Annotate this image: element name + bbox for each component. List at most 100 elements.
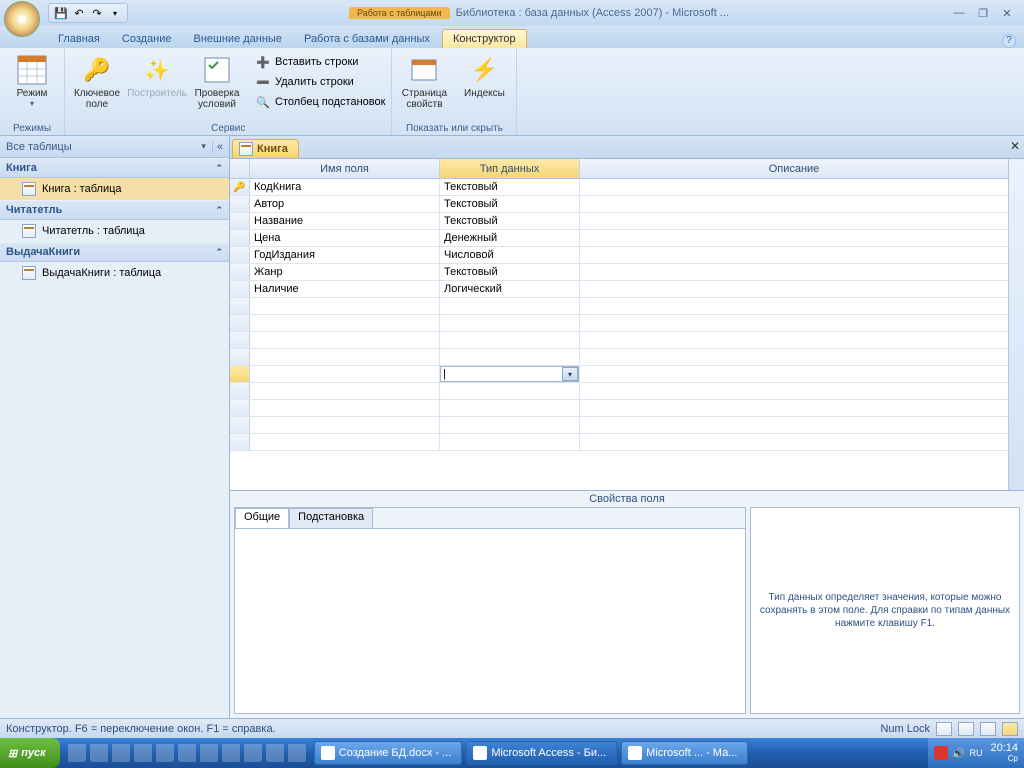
nav-item-lending-table[interactable]: ВыдачаКниги : таблица	[0, 262, 229, 284]
restore-button[interactable]: ❐	[974, 7, 992, 20]
ql-icon[interactable]	[112, 744, 130, 762]
indexes-button[interactable]: ⚡ Индексы	[456, 52, 512, 101]
ql-icon[interactable]	[266, 744, 284, 762]
view-chart-button[interactable]	[980, 722, 996, 736]
ql-icon[interactable]	[134, 744, 152, 762]
start-button[interactable]: ⊞пуск	[0, 738, 60, 768]
quick-access-toolbar: 💾 ↶ ↷ ▾	[48, 3, 128, 23]
close-tab-button[interactable]: ✕	[1010, 139, 1020, 153]
access-icon	[473, 746, 487, 760]
save-icon[interactable]: 💾	[53, 5, 69, 21]
status-text: Конструктор. F6 = переключение окон. F1 …	[6, 723, 276, 735]
tab-design[interactable]: Конструктор	[442, 29, 527, 48]
tab-book-design[interactable]: Книга	[232, 139, 299, 158]
new-row[interactable]: |▾	[230, 366, 1008, 383]
ribbon-tabs: Главная Создание Внешние данные Работа с…	[0, 26, 1024, 48]
nav-pane-header[interactable]: Все таблицы ▾ «	[0, 136, 229, 158]
undo-icon[interactable]: ↶	[71, 5, 87, 21]
view-design-button[interactable]	[1002, 722, 1018, 736]
table-row[interactable]: АвторТекстовый	[230, 196, 1008, 213]
ribbon-group-show: Страница свойств ⚡ Индексы Показать или …	[392, 48, 517, 135]
nav-item-reader-table[interactable]: Читатетль : таблица	[0, 220, 229, 242]
dropdown-icon[interactable]: ▾	[562, 367, 578, 381]
test-rules-button[interactable]: Проверка условий	[189, 52, 245, 112]
ribbon: Режим ▾ Режимы 🔑 Ключевое поле ✨ Построи…	[0, 48, 1024, 136]
lookup-column-button[interactable]: 🔍Столбец подстановок	[253, 92, 387, 112]
chevron-up-icon: ⌃	[215, 163, 223, 174]
tray-icon[interactable]: 🔊	[952, 747, 966, 760]
table-row[interactable]	[230, 383, 1008, 400]
table-row[interactable]: НазваниеТекстовый	[230, 213, 1008, 230]
tab-general[interactable]: Общие	[235, 508, 289, 528]
view-pivot-button[interactable]	[958, 722, 974, 736]
tray-lang-icon[interactable]: RU	[969, 748, 982, 758]
insert-rows-button[interactable]: ➕Вставить строки	[253, 52, 387, 72]
delete-rows-button[interactable]: ➖Удалить строки	[253, 72, 387, 92]
taskbar-access-2[interactable]: Microsoft ... - Ма...	[621, 741, 748, 765]
view-datasheet-button[interactable]	[936, 722, 952, 736]
taskbar-clock[interactable]: 20:14Ср	[986, 743, 1018, 764]
col-header-type[interactable]: Тип данных	[440, 159, 580, 178]
ql-icon[interactable]	[244, 744, 262, 762]
ql-icon[interactable]	[90, 744, 108, 762]
document-area: Книга ✕ Имя поля Тип данных Описание 🔑Ко…	[230, 136, 1024, 718]
system-tray: 🔊 RU 20:14Ср	[928, 738, 1024, 768]
table-row[interactable]	[230, 315, 1008, 332]
datasheet-icon	[16, 54, 48, 86]
tab-create[interactable]: Создание	[112, 30, 182, 48]
vertical-scrollbar[interactable]	[1008, 159, 1024, 490]
nav-group-reader[interactable]: Читатетль⌃	[0, 200, 229, 220]
help-icon[interactable]: ?	[1002, 34, 1016, 48]
ql-icon[interactable]	[288, 744, 306, 762]
table-row[interactable]	[230, 400, 1008, 417]
close-button[interactable]: ✕	[998, 7, 1016, 20]
table-row[interactable]: ЖанрТекстовый	[230, 264, 1008, 281]
table-row[interactable]	[230, 417, 1008, 434]
tab-dbtools[interactable]: Работа с базами данных	[294, 30, 440, 48]
view-button[interactable]: Режим ▾	[4, 52, 60, 110]
table-row[interactable]: ГодИзданияЧисловой	[230, 247, 1008, 264]
table-row[interactable]	[230, 332, 1008, 349]
tray-icon[interactable]	[934, 746, 948, 760]
tab-lookup[interactable]: Подстановка	[289, 508, 373, 528]
redo-icon[interactable]: ↷	[89, 5, 105, 21]
windows-logo-icon: ⊞	[8, 747, 17, 760]
taskbar-word[interactable]: Создание БД.docx - ...	[314, 741, 463, 765]
tab-external[interactable]: Внешние данные	[184, 30, 292, 48]
status-bar: Конструктор. F6 = переключение окон. F1 …	[0, 718, 1024, 738]
ql-icon[interactable]	[68, 744, 86, 762]
col-header-desc[interactable]: Описание	[580, 159, 1008, 178]
tab-home[interactable]: Главная	[48, 30, 110, 48]
ribbon-group-modes: Режим ▾ Режимы	[0, 48, 65, 135]
table-row[interactable]: ЦенаДенежный	[230, 230, 1008, 247]
primary-key-button[interactable]: 🔑 Ключевое поле	[69, 52, 125, 112]
table-row[interactable]	[230, 434, 1008, 451]
taskbar-access-1[interactable]: Microsoft Access - Би...	[466, 741, 617, 765]
property-sheet-button[interactable]: Страница свойств	[396, 52, 452, 112]
word-icon	[321, 746, 335, 760]
nav-item-book-table[interactable]: Книга : таблица	[0, 178, 229, 200]
ql-icon[interactable]	[200, 744, 218, 762]
minimize-button[interactable]: —	[950, 7, 968, 20]
builder-button[interactable]: ✨ Построитель	[129, 52, 185, 101]
nav-group-book[interactable]: Книга⌃	[0, 158, 229, 178]
datatype-combobox[interactable]: |▾	[440, 366, 579, 382]
qat-dropdown-icon[interactable]: ▾	[107, 5, 123, 21]
key-icon: 🔑	[81, 54, 113, 86]
collapse-pane-icon[interactable]: «	[212, 141, 223, 153]
table-row[interactable]	[230, 298, 1008, 315]
ql-icon[interactable]	[222, 744, 240, 762]
office-button[interactable]: ⊞	[4, 1, 40, 37]
nav-group-lending[interactable]: ВыдачаКниги⌃	[0, 242, 229, 262]
table-icon	[22, 182, 36, 196]
table-row[interactable]: НаличиеЛогический	[230, 281, 1008, 298]
windows-taskbar: ⊞пуск Создание БД.docx - ... Microsoft A…	[0, 738, 1024, 768]
ql-icon[interactable]	[156, 744, 174, 762]
lightning-icon: ⚡	[468, 54, 500, 86]
col-header-name[interactable]: Имя поля	[250, 159, 440, 178]
table-row[interactable]: 🔑КодКнигаТекстовый	[230, 179, 1008, 196]
table-row[interactable]	[230, 349, 1008, 366]
ql-icon[interactable]	[178, 744, 196, 762]
property-sheet-icon	[408, 54, 440, 86]
field-properties-pane: Свойства поля Общие Подстановка Тип данн…	[230, 490, 1024, 718]
